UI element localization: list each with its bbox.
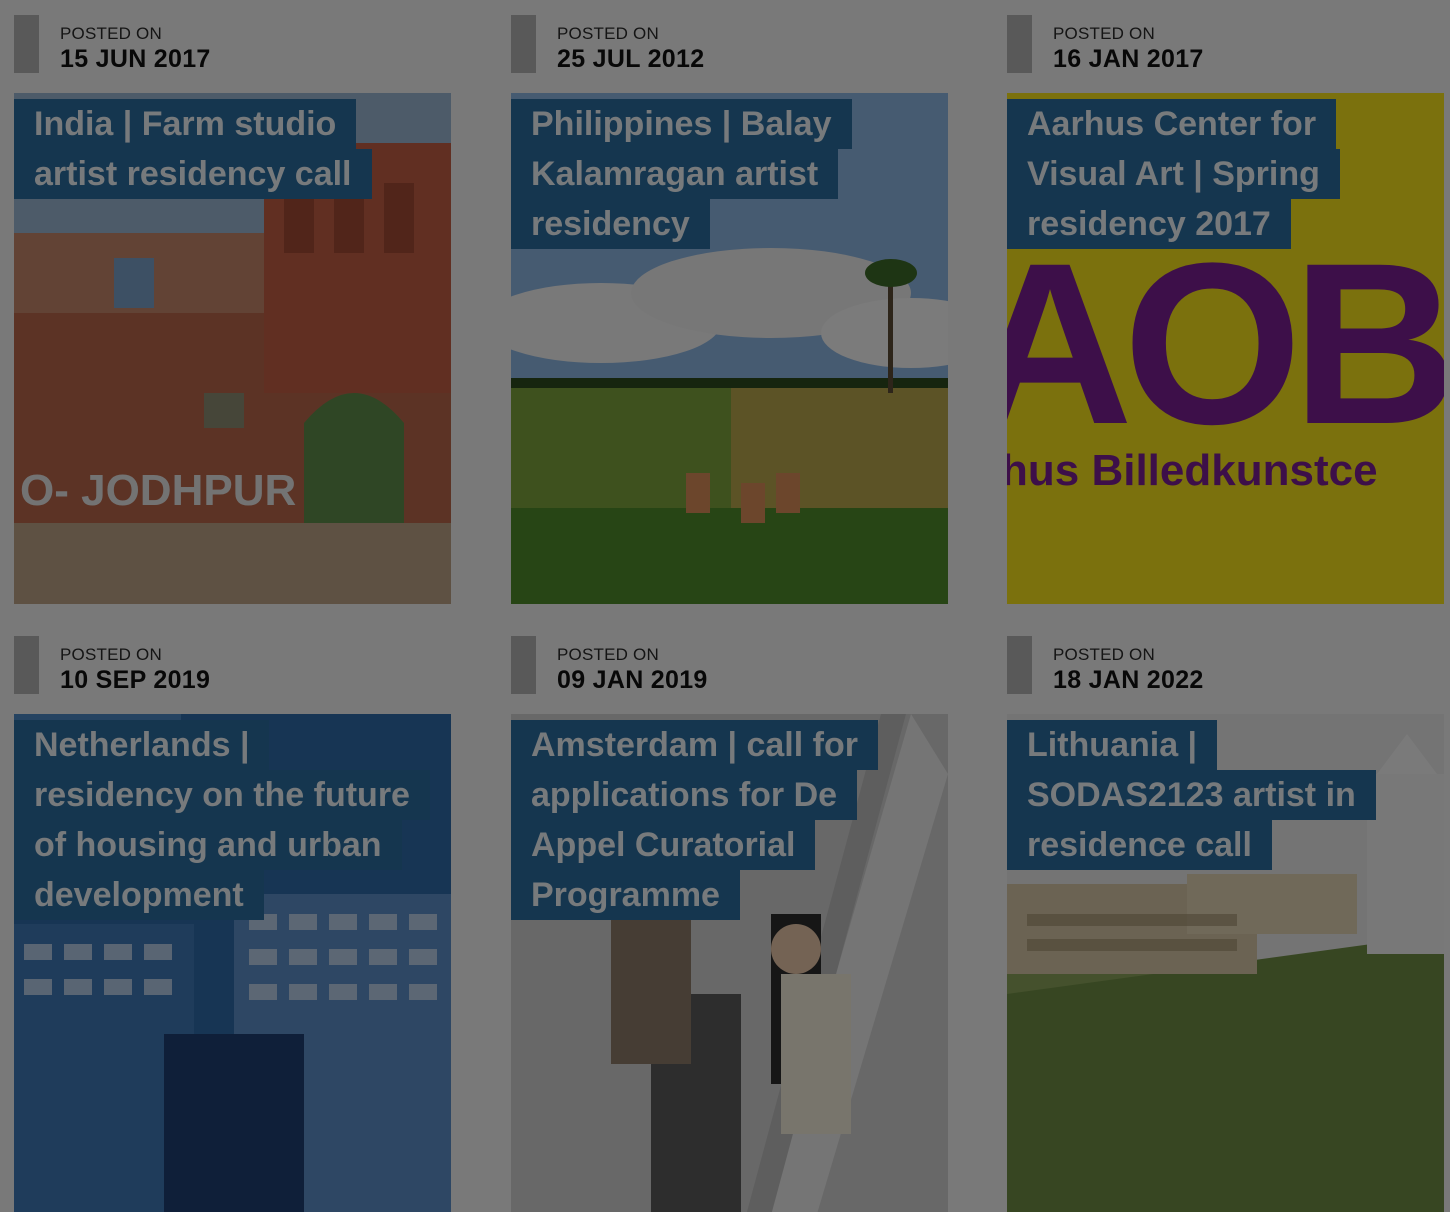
modal-backdrop-overlay[interactable] [0,0,1450,1212]
